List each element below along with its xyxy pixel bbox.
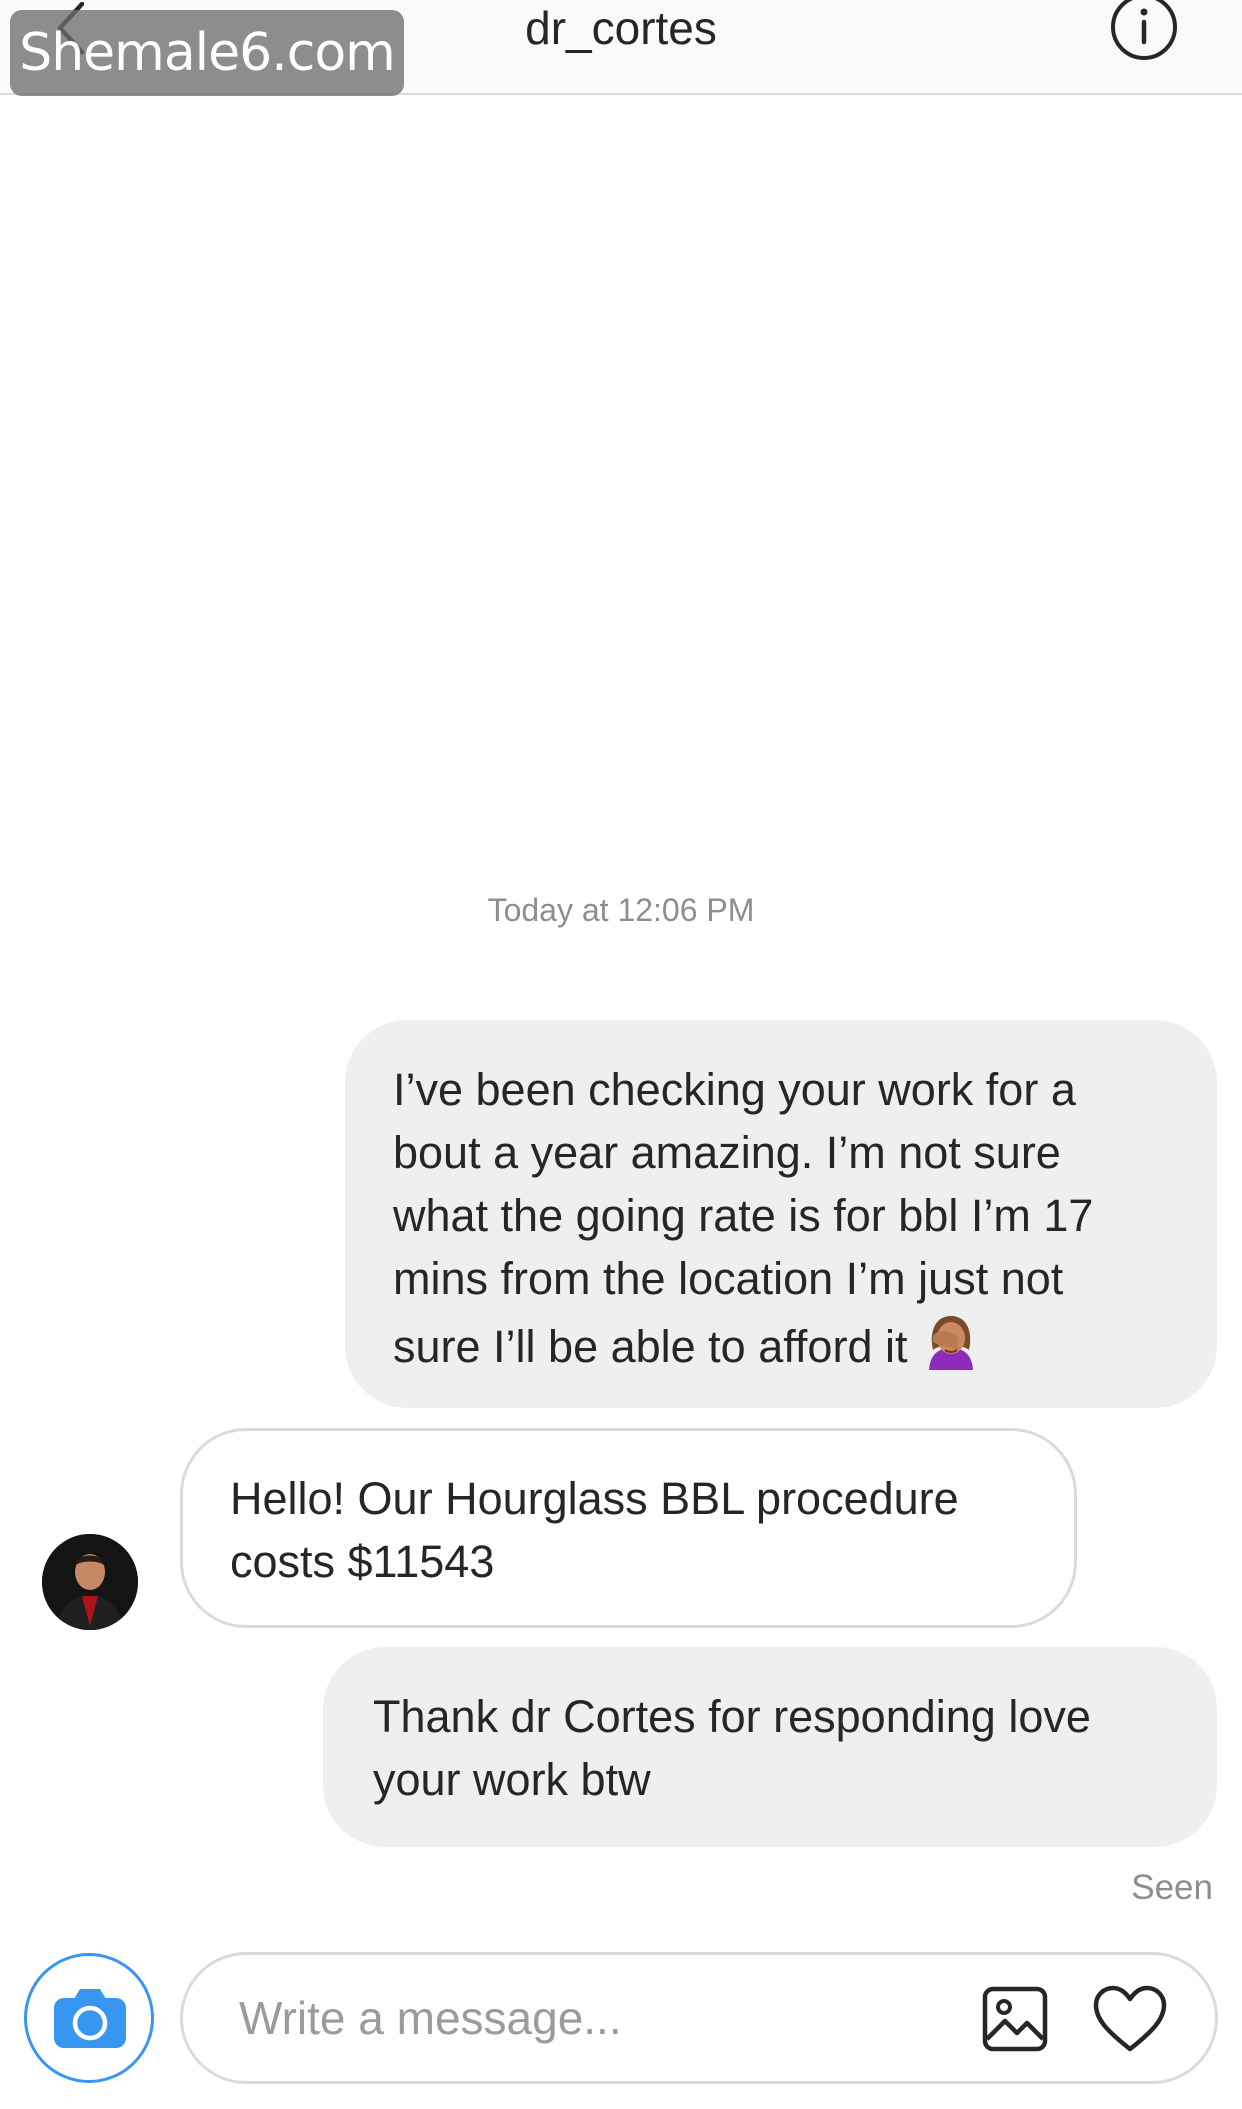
- message-line: Thank dr Cortes for responding love: [373, 1691, 1091, 1742]
- seen-status: Seen: [1131, 1868, 1213, 1907]
- message-input[interactable]: [239, 1983, 939, 2053]
- message-line: bout a year amazing. I’m not sure: [393, 1127, 1061, 1178]
- outgoing-message-bubble[interactable]: I’ve been checking your work for a bout …: [345, 1020, 1217, 1408]
- facepalm-emoji-icon: [929, 1316, 974, 1370]
- message-line-text: sure I’ll be able to afford it: [393, 1321, 908, 1372]
- message-timestamp: Today at 12:06 PM: [487, 892, 755, 928]
- message-line: what the going rate is for bbl I’m 17: [393, 1190, 1094, 1241]
- message-line: costs $11543: [230, 1536, 495, 1587]
- camera-button[interactable]: [24, 1953, 154, 2083]
- image-gallery-icon[interactable]: [981, 1985, 1049, 2053]
- message-line-with-emoji: sure I’ll be able to afford it: [393, 1310, 1177, 1378]
- message-line: your work btw: [373, 1754, 651, 1805]
- message-line: mins from the location I’m just not: [393, 1253, 1064, 1304]
- incoming-message-bubble[interactable]: Hello! Our Hourglass BBL procedure costs…: [180, 1428, 1077, 1628]
- message-line: I’ve been checking your work for a: [393, 1064, 1076, 1115]
- info-icon[interactable]: [1109, 0, 1179, 62]
- camera-icon: [54, 1989, 126, 2048]
- message-composer: [180, 1952, 1218, 2084]
- message-line: Hello! Our Hourglass BBL procedure: [230, 1473, 959, 1524]
- outgoing-message-bubble[interactable]: Thank dr Cortes for responding love your…: [323, 1647, 1217, 1847]
- avatar-image: [42, 1534, 138, 1630]
- watermark: Shemale6.com: [10, 10, 404, 96]
- avatar[interactable]: [42, 1534, 138, 1630]
- heart-icon[interactable]: [1093, 1985, 1167, 2053]
